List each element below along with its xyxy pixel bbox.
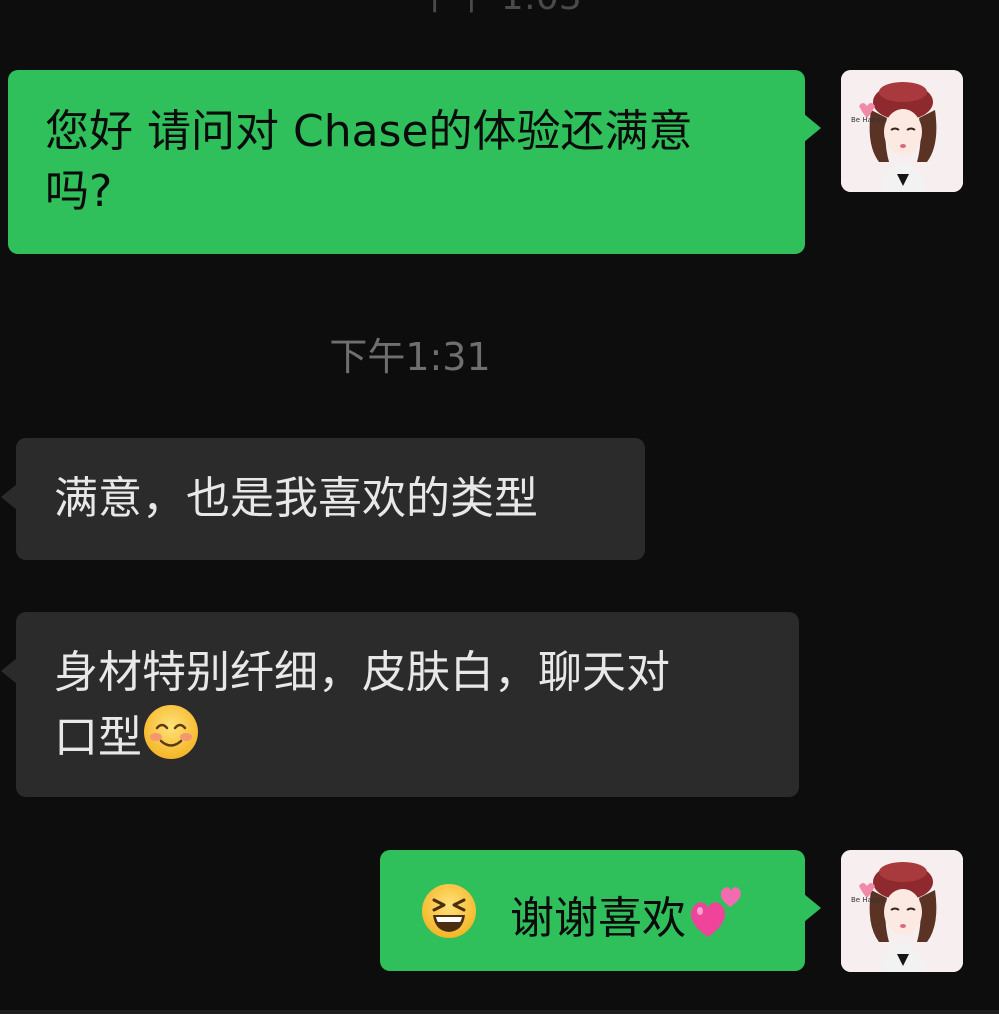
avatar[interactable]: Be Happy (841, 850, 963, 972)
message-text-fragment: 口型 (54, 712, 142, 763)
message-text: 谢谢喜欢 (510, 893, 686, 944)
bubble-tail (804, 894, 821, 922)
girl-avatar-icon: Be Happy (841, 70, 963, 192)
message-text-line: 身材特别纤细，皮肤白，聊天对 (54, 647, 670, 698)
message-text: 满意，也是我喜欢的类型 (54, 473, 538, 524)
smiling-blush-emoji-icon (142, 703, 200, 777)
avatar[interactable]: Be Happy (841, 70, 963, 192)
bubble-tail (804, 114, 821, 142)
message-bubble-outgoing[interactable]: 谢谢喜欢 (380, 850, 821, 971)
message-timestamp: 下午1:31 (329, 335, 491, 379)
message-text-line: 吗? (45, 166, 113, 217)
bubble-tail (1, 658, 17, 684)
top-timestamp: 下午 1:03 (0, 0, 999, 18)
avatar-caption: Be Happy (851, 896, 885, 904)
girl-avatar-icon: Be Happy (841, 850, 963, 972)
message-bubble-incoming[interactable]: 身材特别纤细，皮肤白，聊天对 口型 (1, 612, 799, 797)
bottom-divider (0, 1010, 999, 1014)
laughing-squint-emoji-icon (420, 882, 478, 956)
message-text-line: 您好 请问对 Chase的体验还满意 (45, 106, 693, 157)
avatar-caption: Be Happy (851, 116, 885, 124)
message-bubble-outgoing[interactable]: 您好 请问对 Chase的体验还满意 吗? (8, 70, 821, 254)
two-hearts-emoji-icon (686, 881, 746, 957)
message-bubble-incoming[interactable]: 满意，也是我喜欢的类型 (1, 438, 645, 560)
message-text-line: 口型 (54, 703, 779, 777)
bubble-tail (1, 484, 17, 510)
